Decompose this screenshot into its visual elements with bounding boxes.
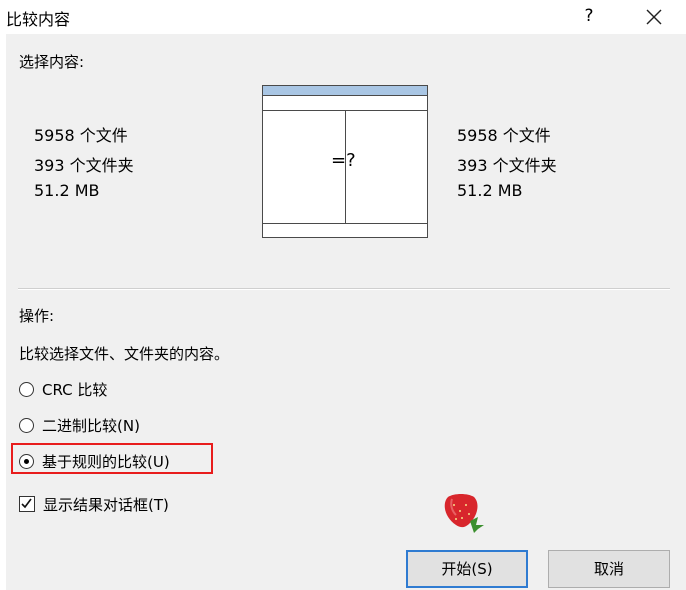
radio-label: CRC 比较	[42, 381, 108, 399]
close-icon[interactable]	[642, 5, 666, 29]
check-icon	[21, 498, 32, 509]
operation-description: 比较选择文件、文件夹的内容。	[19, 345, 230, 363]
left-size: 51.2 MB	[34, 181, 100, 200]
title-bar: 比较内容 ?	[0, 0, 686, 34]
diagram-toolbar	[263, 95, 427, 111]
window-title: 比较内容	[6, 10, 71, 29]
compare-diagram: =?	[262, 85, 428, 238]
start-button[interactable]: 开始(S)	[406, 550, 528, 588]
right-folder-count: 393 个文件夹	[457, 156, 557, 175]
highlight-annotation	[11, 443, 213, 474]
diagram-status	[263, 223, 427, 238]
left-folder-count: 393 个文件夹	[34, 156, 134, 175]
section-divider	[18, 288, 670, 290]
radio-button[interactable]	[19, 382, 34, 397]
cancel-button[interactable]: 取消	[548, 550, 670, 588]
show-results-checkbox[interactable]	[19, 496, 35, 512]
selection-heading: 选择内容:	[19, 53, 85, 71]
compare-mark: =?	[331, 150, 356, 171]
strawberry-icon	[444, 494, 484, 533]
right-file-count: 5958 个文件	[457, 126, 551, 145]
right-size: 51.2 MB	[457, 181, 523, 200]
help-button[interactable]: ?	[578, 5, 600, 27]
operation-heading: 操作:	[19, 307, 55, 325]
left-file-count: 5958 个文件	[34, 126, 128, 145]
radio-button[interactable]	[19, 418, 34, 433]
radio-label: 二进制比较(N)	[42, 417, 140, 435]
show-results-label: 显示结果对话框(T)	[43, 496, 169, 514]
